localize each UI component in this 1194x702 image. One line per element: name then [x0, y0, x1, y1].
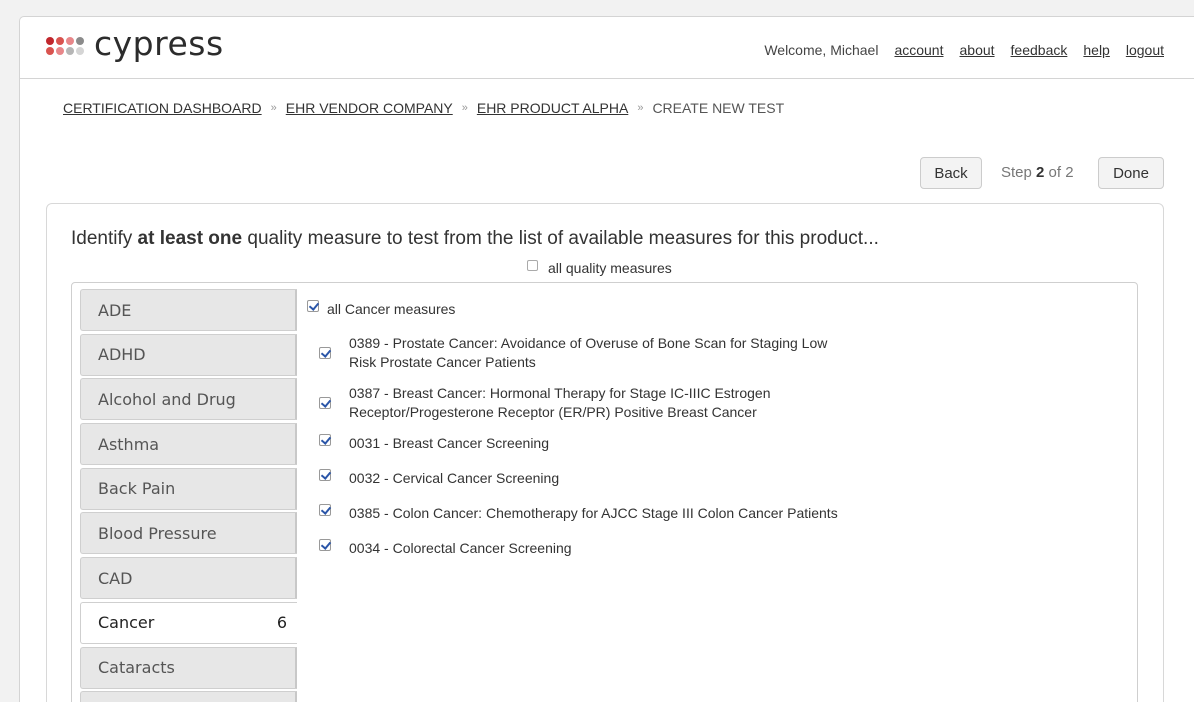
- all-category-measures-checkbox[interactable]: [307, 300, 319, 312]
- about-link[interactable]: about: [960, 42, 995, 58]
- logo-dot: [56, 37, 64, 45]
- logo-dot: [66, 37, 74, 45]
- category-tab-next[interactable]: [80, 691, 297, 702]
- measure-item[interactable]: 0034 - Colorectal Cancer Screening: [307, 538, 1007, 558]
- measures-box: ADE ADHD Alcohol and Drug Asthma Back Pa…: [71, 282, 1138, 702]
- logout-link[interactable]: logout: [1126, 42, 1164, 58]
- feedback-link[interactable]: feedback: [1011, 42, 1068, 58]
- breadcrumb-separator: »: [637, 102, 644, 114]
- logo[interactable]: cypress: [46, 24, 224, 64]
- measure-checkbox[interactable]: [319, 468, 331, 481]
- measure-selection-panel: Identify at least one quality measure to…: [46, 203, 1164, 702]
- measure-label: 0385 - Colon Cancer: Chemotherapy for AJ…: [349, 505, 838, 521]
- breadcrumb-dashboard[interactable]: CERTIFICATION DASHBOARD: [63, 100, 262, 116]
- logo-dot: [46, 47, 54, 55]
- help-link[interactable]: help: [1083, 42, 1109, 58]
- measure-label-line: Risk Prostate Cancer Patients: [349, 354, 536, 370]
- category-name: Cancer: [98, 613, 155, 633]
- logo-dots-icon: [46, 37, 88, 57]
- header: cypress Welcome, Michael account about f…: [20, 17, 1194, 79]
- intro-text: Identify at least one quality measure to…: [71, 228, 879, 250]
- breadcrumb-separator: »: [270, 102, 277, 114]
- category-tab-cancer[interactable]: Cancer 6: [80, 601, 297, 644]
- category-name: Back Pain: [98, 479, 176, 499]
- logo-dot: [76, 37, 84, 45]
- breadcrumb: CERTIFICATION DASHBOARD » EHR VENDOR COM…: [63, 100, 784, 116]
- account-link[interactable]: account: [894, 42, 943, 58]
- measure-item[interactable]: 0031 - Breast Cancer Screening: [307, 433, 1007, 453]
- intro-pre: Identify: [71, 228, 133, 249]
- logo-dot: [56, 47, 64, 55]
- measure-label-line: Receptor/Progesterone Receptor (ER/PR) P…: [349, 404, 757, 420]
- measure-label-line: 0387 - Breast Cancer: Hormonal Therapy f…: [349, 385, 771, 401]
- breadcrumb-vendor[interactable]: EHR VENDOR COMPANY: [286, 100, 453, 116]
- measure-label-line: 0389 - Prostate Cancer: Avoidance of Ove…: [349, 335, 828, 351]
- all-quality-measures-toggle[interactable]: all quality measures: [527, 259, 672, 276]
- measure-checkbox[interactable]: [319, 347, 331, 359]
- welcome-text: Welcome, Michael: [764, 42, 879, 58]
- measure-label: 0389 - Prostate Cancer: Avoidance of Ove…: [349, 334, 827, 372]
- step-current: 2: [1036, 164, 1045, 181]
- measure-label: 0034 - Colorectal Cancer Screening: [349, 540, 572, 556]
- breadcrumb-separator: »: [461, 102, 468, 114]
- category-tab-blood-pressure[interactable]: Blood Pressure: [80, 512, 297, 555]
- breadcrumb-current: CREATE NEW TEST: [652, 100, 785, 116]
- done-button[interactable]: Done: [1098, 157, 1164, 189]
- intro-bold: at least one: [137, 228, 243, 249]
- breadcrumb-product[interactable]: EHR PRODUCT ALPHA: [477, 100, 628, 116]
- measure-item[interactable]: 0385 - Colon Cancer: Chemotherapy for AJ…: [307, 503, 1007, 523]
- all-category-measures-toggle[interactable]: all Cancer measures: [307, 300, 1007, 317]
- category-name: CAD: [98, 568, 133, 588]
- all-category-measures-label: all Cancer measures: [327, 301, 456, 317]
- measure-label: 0032 - Cervical Cancer Screening: [349, 470, 560, 486]
- step-total: of 2: [1048, 164, 1074, 181]
- category-count: 6: [276, 613, 287, 633]
- logo-dot: [46, 37, 54, 45]
- category-name: Alcohol and Drug: [98, 389, 236, 409]
- category-tab-cad[interactable]: CAD: [80, 557, 297, 600]
- measure-label: 0031 - Breast Cancer Screening: [349, 435, 549, 451]
- category-tab-asthma[interactable]: Asthma: [80, 423, 297, 466]
- category-tab-back-pain[interactable]: Back Pain: [80, 467, 297, 510]
- category-tab-ade[interactable]: ADE: [80, 289, 297, 331]
- measure-checkbox[interactable]: [319, 397, 331, 409]
- measure-item[interactable]: 0032 - Cervical Cancer Screening: [307, 468, 1007, 488]
- measure-list: all Cancer measures 0389 - Prostate Canc…: [307, 300, 1007, 574]
- app-frame: cypress Welcome, Michael account about f…: [19, 16, 1194, 702]
- intro-post: quality measure to test from the list of…: [247, 228, 879, 249]
- category-name: ADE: [98, 300, 132, 320]
- category-name: Asthma: [98, 434, 160, 454]
- category-tab-cataracts[interactable]: Cataracts: [80, 646, 297, 689]
- logo-text: cypress: [94, 24, 224, 63]
- step-prefix: Step: [1001, 164, 1032, 181]
- measure-item[interactable]: 0389 - Prostate Cancer: Avoidance of Ove…: [307, 334, 1007, 372]
- measure-label: 0387 - Breast Cancer: Hormonal Therapy f…: [349, 384, 771, 422]
- all-quality-measures-label: all quality measures: [548, 260, 672, 276]
- category-name: ADHD: [98, 345, 146, 365]
- measure-checkbox[interactable]: [319, 503, 331, 516]
- measure-item[interactable]: 0387 - Breast Cancer: Hormonal Therapy f…: [307, 384, 1007, 422]
- measure-checkbox[interactable]: [319, 538, 331, 551]
- measure-checkbox[interactable]: [319, 433, 331, 446]
- category-tab-adhd[interactable]: ADHD: [80, 333, 297, 376]
- category-tabs: ADE ADHD Alcohol and Drug Asthma Back Pa…: [80, 289, 297, 702]
- step-indicator: Step 2 of 2: [1001, 164, 1074, 181]
- back-button[interactable]: Back: [920, 157, 982, 189]
- all-quality-measures-checkbox[interactable]: [527, 259, 538, 271]
- category-tab-alcohol-and-drug[interactable]: Alcohol and Drug: [80, 378, 297, 421]
- category-name: Blood Pressure: [98, 523, 217, 543]
- user-nav: Welcome, Michael account about feedback …: [764, 42, 1164, 58]
- logo-dot: [66, 47, 74, 55]
- logo-dot: [76, 47, 84, 55]
- category-name: Cataracts: [98, 658, 175, 677]
